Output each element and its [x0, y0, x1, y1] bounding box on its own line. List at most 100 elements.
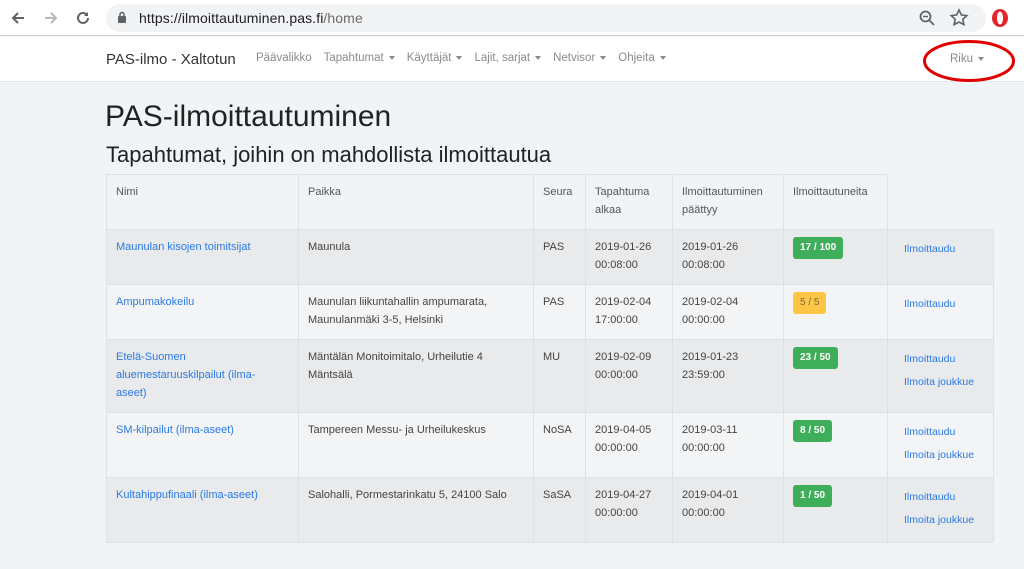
header-event-start: alkaa	[595, 204, 622, 216]
event-start-date: 2019-04-05	[595, 424, 652, 436]
registered-count-badge: 1 / 50	[793, 485, 833, 507]
url-host: https://ilmoittautuminen.pas.fi	[139, 10, 324, 26]
menu-item-label: Päävalikko	[256, 52, 312, 64]
register-link[interactable]: Ilmoittaudu	[904, 298, 955, 310]
caret-down-icon	[659, 56, 666, 60]
register-team-link[interactable]: Ilmoita joukkue	[904, 449, 974, 461]
event-place: Maunulanmäki 3-5, Helsinki	[308, 314, 444, 326]
bookmark-star-icon[interactable]	[949, 8, 969, 28]
table-border	[106, 174, 107, 542]
menu-item-kayttajat[interactable]: Käyttäjät	[407, 52, 463, 64]
table-border	[106, 412, 993, 413]
browser-toolbar: https://ilmoittautuminen.pas.fi/home	[0, 0, 1024, 36]
table-border	[106, 339, 993, 340]
event-name-link[interactable]: aluemestaruuskilpailut (ilma-	[116, 366, 255, 384]
brand-link[interactable]: PAS-ilmo - Xaltotun	[106, 51, 236, 68]
table-border	[106, 542, 993, 543]
event-name-link[interactable]: Maunulan kisojen toimitsijat	[116, 238, 251, 256]
event-name-link[interactable]: Kultahippufinaali (ilma-aseet)	[116, 486, 258, 504]
register-team-link[interactable]: Ilmoita joukkue	[904, 376, 974, 388]
caret-down-icon	[535, 56, 542, 60]
registration-end-date: 2019-04-01	[682, 489, 739, 501]
url-text: https://ilmoittautuminen.pas.fi/home	[139, 10, 363, 26]
registered-count-badge: 8 / 50	[793, 420, 833, 442]
event-club: PAS	[543, 241, 565, 253]
event-start-time: 00:08:00	[595, 259, 638, 271]
event-club: NoSA	[543, 424, 572, 436]
menu-item-ohjeita[interactable]: Ohjeita	[618, 52, 666, 64]
table-border	[533, 174, 534, 542]
event-place: Tampereen Messu- ja Urheilukeskus	[308, 424, 486, 436]
event-name-link[interactable]: Ampumakokeilu	[116, 293, 194, 311]
header-club: Seura	[543, 186, 573, 198]
main-menu: Päävalikko Tapahtumat Käyttäjät Lajit, s…	[256, 52, 678, 64]
header-place: Paikka	[308, 186, 342, 198]
caret-down-icon	[388, 56, 395, 60]
register-link[interactable]: Ilmoittaudu	[904, 243, 955, 255]
event-name-link[interactable]: SM-kilpailut (ilma-aseet)	[116, 421, 234, 439]
event-start-date: 2019-01-26	[595, 241, 652, 253]
event-start-date: 2019-02-04	[595, 296, 652, 308]
menu-item-paavalikko[interactable]: Päävalikko	[256, 52, 312, 64]
url-path: /home	[323, 10, 363, 26]
menu-item-netvisor[interactable]: Netvisor	[553, 52, 607, 64]
event-place: Maunulan liikuntahallin ampumarata,	[308, 296, 488, 308]
menu-item-lajit-sarjat[interactable]: Lajit, sarjat	[474, 52, 542, 64]
reload-button[interactable]	[73, 8, 93, 28]
forward-button[interactable]	[41, 8, 61, 28]
event-start-time: 00:00:00	[595, 442, 638, 454]
header-registration-end: Ilmoittautuminen	[682, 186, 763, 198]
back-arrow-icon	[11, 12, 24, 24]
registration-end-date: 2019-01-26	[682, 241, 739, 253]
back-button[interactable]	[8, 8, 28, 28]
zoom-icon[interactable]	[918, 9, 936, 27]
menu-item-label: Ohjeita	[618, 52, 655, 64]
event-start-time: 00:00:00	[595, 507, 638, 519]
registration-end-date: 2019-02-04	[682, 296, 739, 308]
event-name-link[interactable]: aseet)	[116, 384, 147, 402]
event-name-link[interactable]: Etelä-Suomen	[116, 348, 186, 366]
register-link[interactable]: Ilmoittaudu	[904, 426, 955, 438]
header-registration-end: päättyy	[682, 204, 718, 216]
page-subtitle: Tapahtumat, joihin on mahdollista ilmoit…	[106, 142, 552, 167]
event-club: MU	[543, 351, 561, 363]
event-place: Mäntälän Monitoimitalo, Urheilutie 4	[308, 351, 483, 363]
header-registered-count: Ilmoittautuneita	[793, 186, 868, 198]
caret-down-icon	[600, 56, 607, 60]
reload-icon	[77, 11, 89, 24]
table-border	[106, 477, 993, 478]
registration-end-time: 00:00:00	[682, 314, 725, 326]
menu-item-label: Lajit, sarjat	[474, 52, 531, 64]
event-place: Salohalli, Pormestarinkatu 5, 24100 Salo	[308, 489, 507, 501]
table-border	[672, 174, 673, 542]
registered-count-badge: 17 / 100	[793, 237, 844, 259]
registered-count-badge: 5 / 5	[793, 292, 827, 314]
register-link[interactable]: Ilmoittaudu	[904, 353, 955, 365]
table-border	[993, 229, 994, 542]
event-start-time: 00:00:00	[595, 369, 638, 381]
header-name: Nimi	[116, 186, 138, 198]
event-place: Mäntsälä	[308, 369, 353, 381]
menu-item-label: Netvisor	[553, 52, 596, 64]
registration-end-date: 2019-03-11	[682, 424, 738, 436]
event-start-date: 2019-04-27	[595, 489, 652, 501]
forward-arrow-icon	[45, 12, 58, 24]
opera-icon[interactable]	[991, 8, 1009, 28]
menu-item-tapahtumat[interactable]: Tapahtumat	[324, 52, 395, 64]
register-link[interactable]: Ilmoittaudu	[904, 491, 955, 503]
registration-end-time: 00:00:00	[682, 442, 725, 454]
registered-count-badge: 23 / 50	[793, 347, 838, 369]
table-border	[106, 174, 888, 175]
event-club: PAS	[543, 296, 565, 308]
registration-end-time: 00:00:00	[682, 507, 725, 519]
registration-end-time: 00:08:00	[682, 259, 725, 271]
app-navbar: PAS-ilmo - Xaltotun Päävalikko Tapahtuma…	[0, 37, 1024, 82]
menu-item-label: Tapahtumat	[323, 52, 384, 64]
table-border	[585, 174, 586, 542]
register-team-link[interactable]: Ilmoita joukkue	[904, 514, 974, 526]
event-start-time: 17:00:00	[595, 314, 638, 326]
menu-item-label: Käyttäjät	[406, 52, 452, 64]
highlight-circle-annotation	[923, 40, 1015, 82]
table-border	[783, 174, 784, 542]
header-event-start: Tapahtuma	[595, 186, 650, 198]
